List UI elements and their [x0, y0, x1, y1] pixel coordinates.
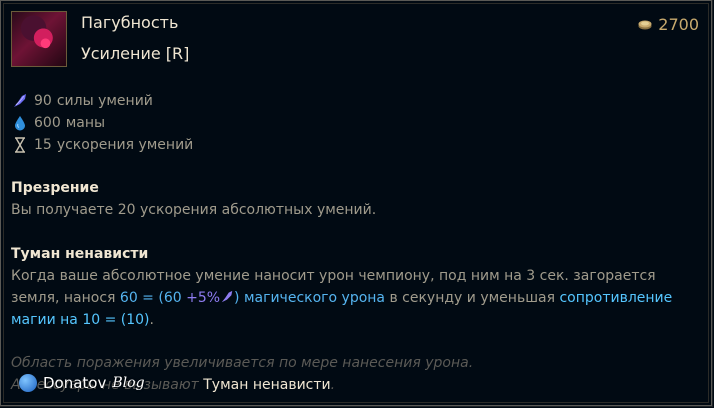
flavor-suffix: . [330, 377, 336, 393]
hourglass-icon [15, 137, 25, 153]
passive-text-part: . [149, 312, 154, 328]
stat-label: ускорения умений [56, 137, 194, 153]
stat-value: 600 [34, 115, 61, 131]
passive-text: Когда ваше абсолютное умение наносит уро… [11, 265, 699, 331]
passive-text-part: Когда ваше абсолютное умение наносит уро… [11, 268, 656, 284]
stat-value: 15 [34, 137, 52, 153]
watermark-name: Donatov [43, 374, 107, 392]
magic-damage-label: магического урона [239, 290, 386, 306]
cost-value: 2700 [658, 15, 699, 34]
passive-text: Вы получаете 20 ускорения абсолютных уме… [11, 202, 377, 218]
damage-formula: 60 = (60 [119, 290, 187, 306]
watermark-suffix: Blog [112, 375, 145, 391]
passive-text-part: в секунду и уменьшая [385, 290, 560, 306]
passive-title: Презрение [11, 180, 99, 196]
watermark-logo-icon [19, 374, 37, 392]
item-tooltip: Пагубность Усиление [R] 2700 90 силы уме… [0, 0, 713, 407]
stat-label: маны [65, 115, 106, 131]
passive-text-part: земля, нанося [11, 290, 120, 306]
mana-drop-icon [15, 116, 25, 131]
passive-scorn: Презрение Вы получаете 20 ускорения абсо… [11, 177, 699, 221]
item-name: Пагубность [81, 13, 179, 32]
item-portrait-icon [11, 11, 67, 67]
stat-row: 90 силы умений [12, 90, 193, 112]
item-subtitle: Усиление [R] [81, 44, 190, 63]
flavor-ability-name: Туман ненависти [203, 377, 331, 393]
ability-power-icon [14, 94, 26, 107]
flavor-line: Область поражения увеличивается по мере … [11, 355, 474, 371]
stat-row: 15 ускорения умений [12, 134, 193, 156]
passive-title: Туман ненависти [11, 246, 149, 262]
gold-coin-icon [638, 20, 652, 30]
resist-value: магии на 10 = (10) [11, 312, 150, 328]
passive-mist: Туман ненависти Когда ваше абсолютное ум… [11, 243, 699, 331]
watermark: Donatov Blog [19, 374, 145, 392]
resist-label: сопротивление [559, 290, 673, 306]
stat-label: силы умений [56, 93, 153, 109]
ap-ratio: +5% [186, 290, 221, 306]
item-cost: 2700 [638, 15, 699, 34]
stat-row: 600 маны [12, 112, 193, 134]
stat-value: 90 [34, 93, 52, 109]
stats-list: 90 силы умений 600 маны 15 ускорения уме… [12, 90, 193, 156]
ability-power-icon [221, 290, 233, 303]
